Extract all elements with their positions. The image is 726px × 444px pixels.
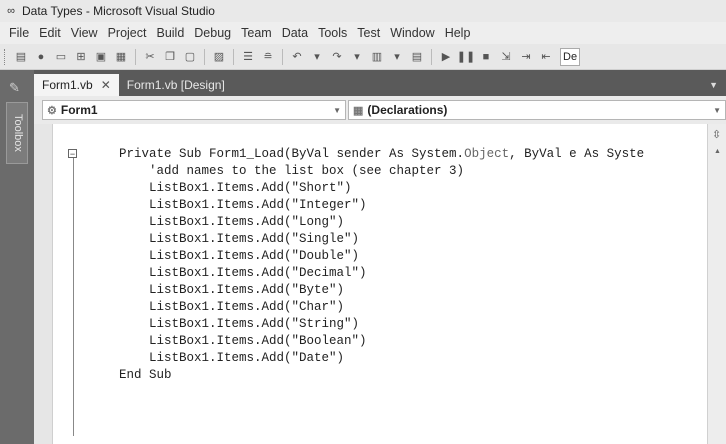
- find-icon[interactable]: ▨: [211, 49, 227, 65]
- outline-guide: [73, 158, 74, 436]
- menu-edit[interactable]: Edit: [34, 26, 66, 40]
- redo-icon[interactable]: ↷: [329, 49, 345, 65]
- window-title: Data Types - Microsoft Visual Studio: [22, 4, 215, 18]
- code-area[interactable]: − Private Sub Form1_Load(ByVal sender As…: [53, 124, 707, 444]
- open-file-icon[interactable]: ▭: [53, 49, 69, 65]
- menu-bar: File Edit View Project Build Debug Team …: [0, 22, 726, 44]
- redo-dropdown-icon[interactable]: ▾: [349, 49, 365, 65]
- code-line[interactable]: ListBox1.Items.Add("Decimal"): [119, 265, 367, 282]
- save-all-icon[interactable]: ▦: [113, 49, 129, 65]
- collapse-outline-icon[interactable]: −: [68, 149, 77, 159]
- toolbar-separator: [135, 48, 136, 65]
- code-line[interactable]: ListBox1.Items.Add("Integer"): [119, 197, 367, 214]
- visual-studio-logo-icon: ∞: [7, 5, 15, 17]
- menu-debug[interactable]: Debug: [189, 26, 236, 40]
- code-line[interactable]: ListBox1.Items.Add("Double"): [119, 248, 359, 265]
- tab-form1-vb[interactable]: Form1.vb ✕: [34, 74, 119, 96]
- toolbar-separator: [204, 48, 205, 65]
- declarations-icon: ▦: [353, 104, 364, 117]
- copy-icon[interactable]: ❐: [162, 49, 178, 65]
- document-tab-strip: Form1.vb ✕ Form1.vb [Design] ▼: [34, 70, 726, 96]
- solution-config-select[interactable]: De: [560, 47, 581, 66]
- step-out-icon[interactable]: ⇤: [538, 49, 554, 65]
- left-tool-strip: ✎ Toolbox: [0, 70, 34, 444]
- class-name-value: Form1: [60, 103, 98, 117]
- pause-icon[interactable]: ❚❚: [457, 49, 475, 65]
- class-name-combo[interactable]: ⚙ Form1 ▼: [42, 100, 346, 120]
- tab-label: Form1.vb: [42, 78, 93, 92]
- vertical-scrollbar[interactable]: ⇳ ▲: [707, 124, 726, 444]
- cut-icon[interactable]: ✂: [142, 49, 158, 65]
- toolbar-separator: [233, 48, 234, 65]
- stop-icon[interactable]: ■: [478, 49, 494, 65]
- code-editor: ⚙ Form1 ▼ ▦ (Declarations) ▼ − Private S…: [34, 96, 726, 444]
- code-line[interactable]: ListBox1.Items.Add("Boolean"): [119, 333, 367, 350]
- pin-icon[interactable]: ✎: [9, 80, 20, 96]
- menu-tools[interactable]: Tools: [313, 26, 352, 40]
- navigation-bar: ⚙ Form1 ▼ ▦ (Declarations) ▼: [34, 96, 726, 124]
- menu-help[interactable]: Help: [440, 26, 476, 40]
- menu-team[interactable]: Team: [236, 26, 277, 40]
- paste-icon[interactable]: ▢: [182, 49, 198, 65]
- navigate-icon[interactable]: ▥: [369, 49, 385, 65]
- class-icon: ⚙: [47, 104, 57, 117]
- comment-icon[interactable]: ☰: [240, 49, 256, 65]
- code-line[interactable]: ListBox1.Items.Add("Short"): [119, 180, 352, 197]
- toolbar-grip[interactable]: [4, 48, 8, 65]
- start-debugging-icon[interactable]: ▶: [438, 49, 454, 65]
- menu-project[interactable]: Project: [103, 26, 152, 40]
- chevron-down-icon[interactable]: ▼: [709, 80, 726, 96]
- standard-toolbar: ▤ ● ▭ ⊞ ▣ ▦ ✂ ❐ ▢ ▨ ☰ ≘ ↶ ▾ ↷ ▾ ▥ ▾ ▤ ▶ …: [0, 44, 726, 70]
- code-line[interactable]: ListBox1.Items.Add("Single"): [119, 231, 359, 248]
- code-line[interactable]: 'add names to the list box (see chapter …: [119, 163, 464, 180]
- save-icon[interactable]: ▣: [93, 49, 109, 65]
- toolbar-separator: [431, 48, 432, 65]
- close-icon[interactable]: ✕: [101, 78, 111, 92]
- menu-view[interactable]: View: [66, 26, 103, 40]
- toolbox-tab[interactable]: Toolbox: [6, 102, 28, 164]
- step-into-icon[interactable]: ⇲: [498, 49, 514, 65]
- menu-build[interactable]: Build: [151, 26, 189, 40]
- splitter-icon[interactable]: ⇳: [712, 128, 721, 141]
- navigate-forward-icon[interactable]: ▤: [409, 49, 425, 65]
- toolbar-separator: [282, 48, 283, 65]
- chevron-down-icon[interactable]: ▼: [713, 106, 721, 115]
- add-item-icon[interactable]: ●: [33, 49, 49, 65]
- menu-test[interactable]: Test: [352, 26, 385, 40]
- chevron-down-icon[interactable]: ▼: [333, 106, 341, 115]
- navigate-dropdown-icon[interactable]: ▾: [389, 49, 405, 65]
- undo-icon[interactable]: ↶: [289, 49, 305, 65]
- code-line[interactable]: ListBox1.Items.Add("Char"): [119, 299, 344, 316]
- title-bar: ∞ Data Types - Microsoft Visual Studio: [0, 0, 726, 22]
- tab-form1-design[interactable]: Form1.vb [Design]: [119, 74, 233, 96]
- step-over-icon[interactable]: ⇥: [518, 49, 534, 65]
- method-name-value: (Declarations): [367, 103, 448, 117]
- code-line-sub-declaration[interactable]: Private Sub Form1_Load(ByVal sender As S…: [119, 146, 644, 163]
- menu-file[interactable]: File: [4, 26, 34, 40]
- indicator-margin[interactable]: [34, 124, 53, 444]
- code-line[interactable]: ListBox1.Items.Add("Date"): [119, 350, 344, 367]
- scroll-up-arrow-icon[interactable]: ▲: [714, 148, 721, 155]
- tab-label: Form1.vb [Design]: [126, 78, 225, 92]
- code-line[interactable]: ListBox1.Items.Add("String"): [119, 316, 359, 333]
- add-new-item-icon[interactable]: ⊞: [73, 49, 89, 65]
- method-name-combo[interactable]: ▦ (Declarations) ▼: [348, 100, 726, 120]
- new-project-icon[interactable]: ▤: [13, 49, 29, 65]
- code-line[interactable]: ListBox1.Items.Add("Byte"): [119, 282, 344, 299]
- undo-dropdown-icon[interactable]: ▾: [309, 49, 325, 65]
- menu-data[interactable]: Data: [277, 26, 313, 40]
- code-line[interactable]: End Sub: [119, 367, 172, 384]
- code-line[interactable]: ListBox1.Items.Add("Long"): [119, 214, 344, 231]
- menu-window[interactable]: Window: [385, 26, 439, 40]
- uncomment-icon[interactable]: ≘: [260, 49, 276, 65]
